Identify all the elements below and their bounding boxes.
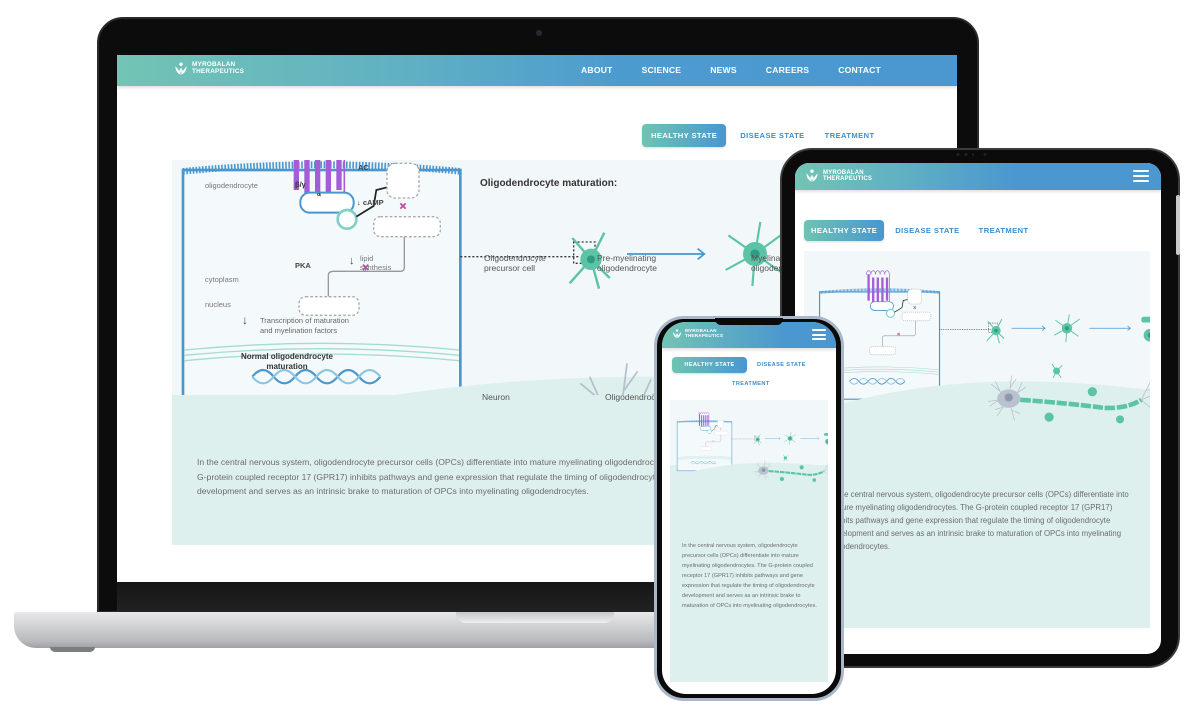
tablet-tab-treatment[interactable]: TREATMENT (979, 226, 1029, 235)
label-nucleus: nucleus (205, 300, 231, 309)
neuron-label: Neuron (482, 392, 510, 402)
transcription-line2: and myelination factors (260, 325, 338, 335)
phone-navbar: MYROBALAN THERAPEUTICS (662, 322, 836, 348)
tablet-navbar: MYROBALAN THERAPEUTICS (795, 163, 1161, 190)
hamburger-menu-icon[interactable] (1133, 170, 1149, 182)
label-cytoplasm: cytoplasm (205, 275, 239, 284)
desktop-navbar: MYROBALAN THERAPEUTICS ABOUT SCIENCE NEW… (117, 55, 957, 86)
nav-careers[interactable]: CAREERS (766, 65, 809, 75)
tablet-tab-disease-state[interactable]: DISEASE STATE (895, 226, 959, 235)
laptop-camera (536, 30, 542, 36)
node-pka: PKA (295, 261, 311, 270)
diagram-caption: Normal oligodendrocyte maturation (232, 352, 342, 372)
laptop-thumb-notch (456, 612, 614, 623)
leaf-flower-logo-icon (672, 329, 682, 339)
desktop-nav-links: ABOUT SCIENCE NEWS CAREERS CONTACT (581, 65, 881, 75)
laptop-foot (50, 647, 95, 652)
phone-notch (715, 318, 783, 325)
phone-screen: MYROBALAN THERAPEUTICS HEALTHY STATE DIS… (662, 322, 836, 694)
stage-pre-line2: oligodendrocyte (597, 263, 658, 273)
tablet-camera (956, 153, 987, 156)
tablet-state-tabs: HEALTHY STATE DISEASE STATE TREATMENT (804, 220, 1029, 241)
caption-line2: maturation (266, 362, 308, 371)
leaf-flower-logo-icon (805, 169, 819, 183)
phone-brand-logo[interactable]: MYROBALAN THERAPEUTICS (672, 328, 724, 339)
hamburger-menu-icon[interactable] (812, 329, 826, 340)
phone-description-text: In the central nervous system, oligodend… (682, 543, 817, 609)
node-ac: AC (358, 163, 369, 172)
node-alpha: αᵢ (317, 192, 322, 198)
tablet-tab-healthy-state[interactable]: HEALTHY STATE (804, 220, 885, 241)
node-camp-label: cAMP (362, 198, 384, 207)
brand-line2: THERAPEUTICS (685, 333, 724, 338)
brand-name: MYROBALAN THERAPEUTICS (192, 62, 244, 75)
stage-opc-line2: precursor cell (484, 263, 536, 273)
description-text: In the central nervous system, oligodend… (197, 457, 690, 496)
phone-tab-treatment[interactable]: TREATMENT (732, 381, 770, 387)
label-oligodendrocyte: oligodendrocyte (205, 181, 258, 190)
lipid-synthesis-label: lipid synthesis (360, 254, 391, 272)
tab-healthy-state[interactable]: HEALTHY STATE (642, 124, 727, 147)
tab-disease-state[interactable]: DISEASE STATE (740, 131, 804, 140)
down-arrow-icon: ↓ (242, 313, 248, 327)
stage-opc-label: Oligodendrocyte precursor cell (484, 253, 546, 273)
phone-tab-healthy-state[interactable]: HEALTHY STATE (672, 357, 747, 373)
nav-contact[interactable]: CONTACT (838, 65, 881, 75)
stage-pre-line1: Pre-myelinating (597, 253, 657, 263)
tablet-gpr17-diagram (804, 266, 1150, 439)
caption-line1: Normal oligodendrocyte (240, 352, 333, 361)
tablet-side-button (1176, 195, 1180, 255)
lipid-line1: lipid (360, 254, 374, 263)
tablet-brand-name: MYROBALAN THERAPEUTICS (823, 170, 872, 182)
phone-brand-name: MYROBALAN THERAPEUTICS (685, 328, 724, 339)
nav-science[interactable]: SCIENCE (642, 65, 682, 75)
phone-gpr17-diagram (670, 410, 828, 489)
nav-about[interactable]: ABOUT (581, 65, 613, 75)
phone-tab-disease-state[interactable]: DISEASE STATE (757, 362, 806, 368)
tablet-brand-logo[interactable]: MYROBALAN THERAPEUTICS (805, 169, 872, 183)
brand-logo[interactable]: MYROBALAN THERAPEUTICS (174, 62, 244, 76)
phone-science-panel: In the central nervous system, oligodend… (670, 400, 828, 682)
nav-news[interactable]: NEWS (710, 65, 737, 75)
state-tabs: HEALTHY STATE DISEASE STATE TREATMENT (642, 124, 875, 147)
tablet-screen: MYROBALAN THERAPEUTICS HEALTHY STATE DIS… (795, 163, 1161, 654)
stage-opc-line1: Oligodendrocyte (484, 253, 546, 263)
node-camp: ↓ cAMP (357, 198, 384, 207)
maturation-title: Oligodendrocyte maturation: (480, 178, 618, 189)
tab-treatment[interactable]: TREATMENT (825, 131, 875, 140)
node-beta-gamma: β/γ (295, 180, 306, 189)
tablet-science-panel: In the central nervous system, oligodend… (804, 251, 1150, 628)
brand-line2: THERAPEUTICS (192, 68, 245, 75)
transcription-label: Transcription of maturation and myelinat… (260, 316, 349, 335)
down-arrow-icon: ↓ (349, 255, 355, 267)
lipid-line2: synthesis (360, 263, 392, 272)
transcription-line1: Transcription of maturation (260, 316, 349, 325)
brand-line2: THERAPEUTICS (823, 176, 873, 182)
stage-premyelinating-label: Pre-myelinating oligodendrocyte (597, 253, 657, 273)
leaf-flower-logo-icon (174, 62, 188, 76)
tablet-description-text: In the central nervous system, oligodend… (829, 490, 1129, 551)
